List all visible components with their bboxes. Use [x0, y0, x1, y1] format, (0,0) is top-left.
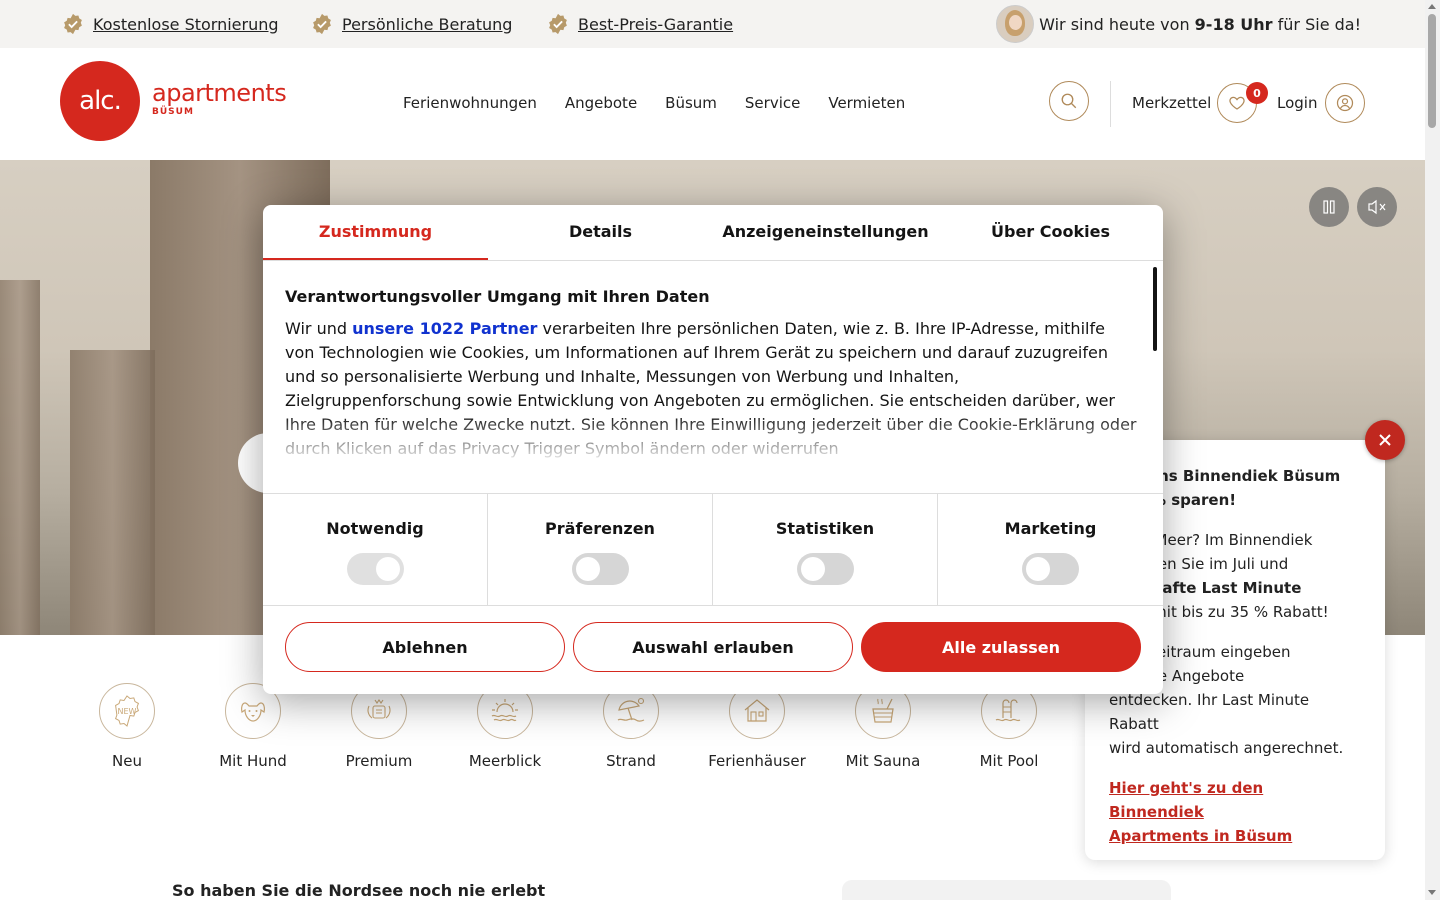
category-label: Premium	[345, 752, 413, 770]
nav-item-angebote[interactable]: Angebote	[565, 94, 637, 112]
new-icon: NEW	[99, 683, 155, 739]
accept-all-button[interactable]: Alle zulassen	[861, 622, 1141, 672]
category-neu[interactable]: NEW Neu	[64, 680, 190, 770]
main-nav: Ferienwohnungen Angebote Büsum Service V…	[403, 94, 905, 112]
nav-item-ferienwohnungen[interactable]: Ferienwohnungen	[403, 94, 537, 112]
toggle-label: Notwendig	[326, 519, 424, 538]
cookie-text-pre: Wir und	[285, 319, 353, 338]
promo-close-button[interactable]	[1365, 420, 1405, 460]
availability-hours: 9-18 Uhr	[1194, 14, 1273, 34]
category-label: Mit Hund	[219, 752, 287, 770]
usp-label: Kostenlose Stornierung	[93, 14, 279, 34]
category-label: Strand	[606, 752, 656, 770]
merkzettel-label[interactable]: Merkzettel	[1132, 94, 1211, 112]
toggle-marketing: Marketing	[938, 494, 1163, 605]
check-seal-icon	[64, 13, 82, 35]
promo-text: mit bis zu 35 % Rabatt!	[1147, 603, 1329, 621]
logo-mark[interactable]: alc.	[60, 61, 140, 141]
section-title: So haben Sie die Nordsee noch nie erlebt	[172, 881, 546, 900]
category-label: Neu	[112, 752, 142, 770]
availability-info: Wir sind heute von 9-18 Uhr für Sie da!	[996, 5, 1361, 43]
availability-post: für Sie da!	[1272, 14, 1361, 34]
switch-notwendig	[346, 553, 404, 585]
cookie-category-toggles: Notwendig Präferenzen Statistiken Market…	[263, 493, 1163, 606]
scrollbar-thumb[interactable]	[1428, 14, 1436, 128]
logo-main: apartments	[152, 79, 287, 107]
usp-free-cancellation[interactable]: Kostenlose Stornierung	[62, 12, 279, 36]
availability-pre: Wir sind heute von	[1039, 14, 1195, 34]
toggle-statistiken: Statistiken	[713, 494, 938, 605]
check-seal-icon	[549, 13, 567, 35]
hero-post-decoration	[0, 280, 40, 635]
user-icon	[1336, 94, 1354, 112]
login-label[interactable]: Login	[1277, 94, 1317, 112]
toggle-notwendig: Notwendig	[263, 494, 488, 605]
toggle-label: Präferenzen	[545, 519, 655, 538]
mute-icon	[1368, 199, 1386, 215]
hero-pause-button[interactable]	[1309, 187, 1349, 227]
switch-statistiken[interactable]	[796, 553, 854, 585]
content-card-stub	[842, 880, 1171, 900]
tab-details[interactable]: Details	[488, 205, 713, 260]
category-label: Mit Sauna	[845, 752, 921, 770]
promo-link[interactable]: Hier geht's zu den Binnendiek Apartments…	[1109, 779, 1292, 845]
tab-zustimmung[interactable]: Zustimmung	[263, 205, 488, 260]
partners-link[interactable]: unsere 1022 Partner	[352, 319, 537, 338]
cookie-text-fade	[263, 415, 1153, 465]
tab-ueber-cookies[interactable]: Über Cookies	[938, 205, 1163, 260]
search-button[interactable]	[1049, 81, 1089, 121]
cookie-heading: Verantwortungsvoller Umgang mit Ihren Da…	[285, 287, 710, 306]
switch-praeferenzen[interactable]	[571, 553, 629, 585]
category-label: Mit Pool	[979, 752, 1039, 770]
logo-wordmark[interactable]: apartments BÜSUM	[152, 79, 287, 117]
cookie-buttons: Ablehnen Auswahl erlauben Alle zulassen	[285, 622, 1141, 672]
search-icon	[1061, 93, 1077, 109]
allow-selection-button[interactable]: Auswahl erlauben	[573, 622, 853, 672]
pause-icon	[1323, 200, 1335, 214]
check-seal-icon	[313, 13, 331, 35]
scroll-down-arrow-icon[interactable]	[1428, 890, 1436, 895]
toggle-label: Marketing	[1004, 519, 1097, 538]
top-bar: Kostenlose Stornierung Persönliche Berat…	[0, 0, 1425, 48]
hero-mute-button[interactable]	[1357, 187, 1397, 227]
hero-post-decoration	[70, 350, 155, 635]
logo-mark-text: alc.	[79, 86, 122, 116]
header-divider	[1110, 81, 1111, 127]
close-icon	[1379, 434, 1391, 446]
nav-item-service[interactable]: Service	[745, 94, 800, 112]
nav-item-buesum[interactable]: Büsum	[665, 94, 717, 112]
merkzettel-count-badge: 0	[1246, 82, 1268, 104]
cookie-text-scrollbar[interactable]	[1153, 267, 1157, 351]
cookie-consent-dialog: Zustimmung Details Anzeigeneinstellungen…	[263, 205, 1163, 694]
usp-label: Best-Preis-Garantie	[578, 14, 734, 34]
new-badge-text: NEW	[118, 707, 137, 716]
usp-personal-advice[interactable]: Persönliche Beratung	[311, 12, 512, 36]
page-scrollbar[interactable]	[1425, 0, 1440, 900]
reject-button[interactable]: Ablehnen	[285, 622, 565, 672]
login-button[interactable]	[1325, 83, 1365, 123]
usp-best-price[interactable]: Best-Preis-Garantie	[547, 12, 733, 36]
scroll-up-arrow-icon[interactable]	[1428, 4, 1436, 9]
consultant-avatar	[996, 5, 1035, 43]
nav-item-vermieten[interactable]: Vermieten	[828, 94, 905, 112]
logo-sub: BÜSUM	[152, 107, 194, 117]
heart-icon	[1229, 96, 1245, 110]
switch-marketing[interactable]	[1022, 553, 1079, 585]
toggle-label: Statistiken	[775, 519, 875, 538]
cookie-tabs: Zustimmung Details Anzeigeneinstellungen…	[263, 205, 1163, 261]
toggle-praeferenzen: Präferenzen	[488, 494, 713, 605]
usp-label: Persönliche Beratung	[342, 14, 513, 34]
category-label: Ferienhäuser	[708, 752, 806, 770]
site-header: alc. apartments BÜSUM Ferienwohnungen An…	[0, 48, 1425, 160]
tab-anzeigeneinstellungen[interactable]: Anzeigeneinstellungen	[713, 205, 938, 260]
category-label: Meerblick	[468, 752, 542, 770]
